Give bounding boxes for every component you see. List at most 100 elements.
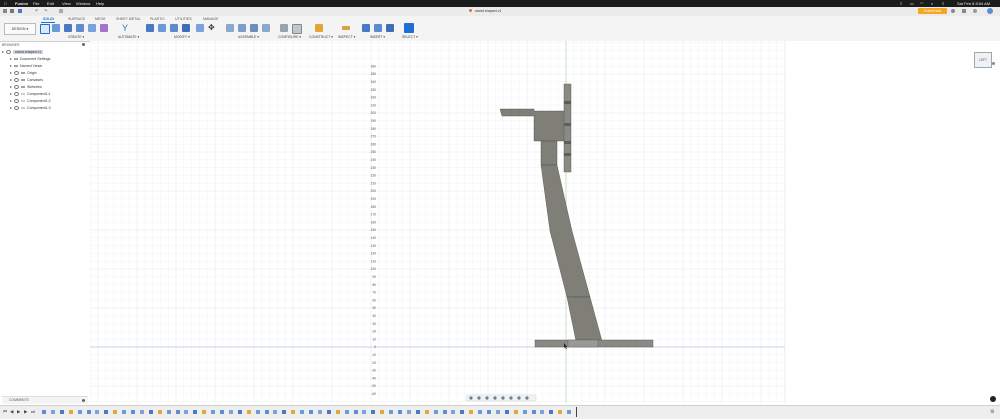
- timeline-feature[interactable]: [353, 410, 358, 414]
- group-assemble[interactable]: ASSEMBLE ▾: [238, 35, 259, 39]
- home-icon[interactable]: [59, 9, 63, 13]
- stand-model[interactable]: [499, 83, 654, 348]
- menu-help[interactable]: Help: [96, 1, 104, 6]
- timeline-feature[interactable]: [549, 410, 554, 414]
- group-create[interactable]: CREATE ▾: [68, 35, 84, 39]
- timeline-feature[interactable]: [451, 410, 456, 414]
- avatar[interactable]: [987, 8, 993, 14]
- configure-icon[interactable]: [280, 24, 288, 32]
- workspace-selector[interactable]: DESIGN ▾: [4, 23, 36, 35]
- comments-add-icon[interactable]: [82, 399, 85, 402]
- timeline-feature[interactable]: [166, 410, 171, 414]
- sweep-icon[interactable]: [88, 24, 96, 32]
- browser-item-component1-1[interactable]: Component1:1: [10, 92, 51, 98]
- trial-badge[interactable]: Extend trial: [918, 8, 947, 14]
- timeline-feature[interactable]: [86, 410, 91, 414]
- slanted-column[interactable]: [540, 164, 591, 298]
- help-icon[interactable]: [973, 9, 977, 13]
- timeline-feature[interactable]: [264, 410, 269, 414]
- insert-icon[interactable]: [362, 24, 370, 32]
- browser-item-origin[interactable]: Origin: [10, 71, 37, 77]
- design-canvas[interactable]: 360 350 340 330 320 310 300 290 280 270 260 250 240 2…: [89, 41, 1000, 403]
- extrude-icon[interactable]: [64, 24, 72, 32]
- timeline-feature[interactable]: [104, 410, 109, 414]
- timeline-feature[interactable]: [309, 410, 313, 414]
- rigid-group-icon[interactable]: [262, 24, 270, 32]
- timeline-feature[interactable]: [273, 410, 278, 414]
- file-icon[interactable]: [10, 9, 14, 13]
- timeline-feature[interactable]: [228, 410, 233, 414]
- timeline-feature[interactable]: [148, 410, 153, 414]
- sketch-icon[interactable]: [52, 24, 60, 32]
- select-icon[interactable]: [404, 23, 414, 33]
- comments-panel[interactable]: COMMENTS: [2, 396, 88, 404]
- shell-icon[interactable]: [182, 24, 190, 32]
- bluetooth-icon[interactable]: ᛒ: [900, 1, 902, 6]
- insert-image-icon[interactable]: [386, 24, 394, 32]
- redo-icon[interactable]: ↷: [44, 8, 47, 13]
- group-select[interactable]: SELECT ▾: [402, 35, 418, 39]
- press-pull-icon[interactable]: [146, 24, 154, 32]
- group-automate[interactable]: AUTOMATE ▾: [118, 35, 139, 39]
- browser-item-component1-2[interactable]: Component1:2: [10, 99, 51, 105]
- search-icon[interactable]: ⌕: [931, 1, 933, 6]
- menu-window[interactable]: Window: [76, 1, 90, 6]
- step-forward-icon[interactable]: ▶: [24, 409, 27, 415]
- timeline-feature[interactable]: [184, 410, 189, 414]
- tab-surface[interactable]: SURFACE: [68, 17, 85, 21]
- new-component-icon[interactable]: [40, 24, 50, 34]
- top-arm[interactable]: [499, 108, 567, 142]
- timeline-feature[interactable]: [406, 410, 411, 414]
- timeline-feature[interactable]: [202, 410, 207, 414]
- settings-icon[interactable]: ⚙: [990, 409, 994, 415]
- timeline-feature[interactable]: [246, 410, 251, 414]
- timeline-feature[interactable]: [487, 410, 491, 414]
- control-center-icon[interactable]: ≡: [942, 1, 944, 6]
- group-configure[interactable]: CONFIGURE ▾: [278, 35, 301, 39]
- tab-mesh[interactable]: MESH: [95, 17, 105, 21]
- timeline-feature[interactable]: [211, 410, 216, 414]
- timeline-feature[interactable]: [282, 410, 287, 414]
- as-built-joint-icon[interactable]: [238, 24, 246, 32]
- timeline-feature[interactable]: [398, 410, 402, 414]
- combine-icon[interactable]: [196, 24, 204, 32]
- menu-file[interactable]: File: [33, 1, 39, 6]
- automate-icon[interactable]: Y: [122, 24, 130, 33]
- group-insert[interactable]: INSERT ▾: [370, 35, 385, 39]
- timeline-feature[interactable]: [77, 410, 82, 414]
- revolve-icon[interactable]: [76, 24, 84, 32]
- browser-root[interactable]: stand shaped v1: [2, 50, 44, 56]
- timeline-feature[interactable]: [344, 410, 349, 414]
- zoom-icon[interactable]: [493, 396, 497, 400]
- timeline-feature[interactable]: [371, 410, 376, 414]
- look-at-icon[interactable]: [477, 396, 481, 400]
- joint-icon[interactable]: [226, 24, 234, 32]
- menu-view[interactable]: View: [62, 1, 71, 6]
- help-bubble-icon[interactable]: [990, 396, 996, 402]
- browser-item-document-settings[interactable]: Document Settings: [10, 57, 50, 63]
- group-inspect[interactable]: INSPECT ▾: [338, 35, 355, 39]
- navigation-bar[interactable]: [465, 394, 537, 402]
- timeline-feature[interactable]: [139, 410, 144, 414]
- canvas-svg[interactable]: 3603503403303203103002902802702602502402…: [89, 41, 1000, 403]
- neck-block[interactable]: [540, 140, 558, 166]
- timeline-feature[interactable]: [442, 410, 447, 414]
- timeline-feature[interactable]: [567, 410, 572, 414]
- tab-manage[interactable]: MANAGE: [203, 17, 219, 21]
- apple-icon[interactable]: : [4, 1, 7, 6]
- chamfer-icon[interactable]: [170, 24, 178, 32]
- joint-origin-icon[interactable]: [250, 24, 258, 32]
- form-icon[interactable]: [100, 24, 108, 32]
- timeline-feature[interactable]: [255, 410, 260, 414]
- timeline-feature[interactable]: [300, 410, 305, 414]
- measure-icon[interactable]: [342, 26, 350, 30]
- timeline-feature[interactable]: [531, 410, 536, 414]
- end-icon[interactable]: ⏭: [31, 409, 35, 414]
- timeline-feature[interactable]: [433, 410, 438, 414]
- timeline-feature[interactable]: [317, 410, 322, 414]
- timeline-feature[interactable]: [95, 410, 100, 414]
- tab-utilities[interactable]: UTILITIES: [175, 17, 192, 21]
- timeline-feature[interactable]: [504, 410, 509, 414]
- grid-icon[interactable]: [3, 9, 7, 13]
- browser-root-label[interactable]: stand shaped v1: [13, 50, 44, 54]
